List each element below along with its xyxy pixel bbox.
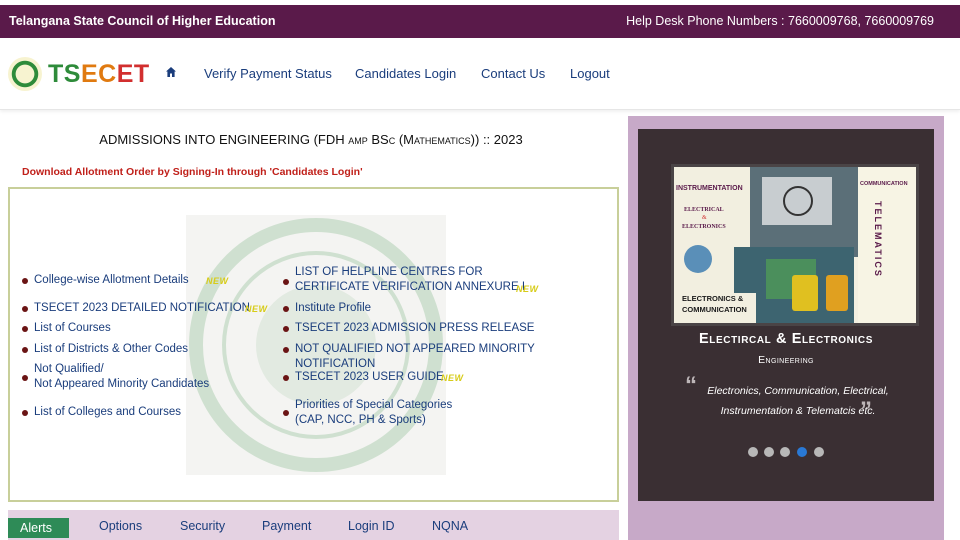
bullet-icon [283,375,289,381]
quick-links-box: College-wise Allotment Details NEW TSECE… [8,187,619,502]
svg-text:&: & [702,215,707,221]
link-institute-profile[interactable]: Institute Profile [295,301,371,316]
bullet-icon [283,306,289,312]
nav-verify-payment-status[interactable]: Verify Payment Status [204,66,332,81]
nav-candidates-login[interactable]: Candidates Login [355,66,456,81]
link-user-guide[interactable]: TSECET 2023 USER GUIDE [295,370,444,385]
link-special-categories[interactable]: Priorities of Special Categories (CAP, N… [295,398,452,428]
electronics-collage-image: INSTRUMENTATION ELECTRICAL & ELECTRONICS… [674,167,916,323]
page-title: ADMISSIONS INTO ENGINEERING (FDH amp BSc… [99,132,523,147]
info-tabs: Alerts Options Security Payment Login ID… [8,510,619,540]
svg-text:COMMUNICATION: COMMUNICATION [682,305,747,314]
new-badge-icon: NEW [245,304,268,314]
main-content: ADMISSIONS INTO ENGINEERING (FDH amp BSc… [0,116,628,540]
slide-subtitle: Engineering [758,354,814,366]
new-badge-icon: NEW [206,276,229,286]
bullet-icon [22,326,28,332]
bullet-icon [22,375,28,381]
nav-contact-us[interactable]: Contact Us [481,66,545,81]
link-helpline-centres[interactable]: LIST OF HELPLINE CENTRES FOR CERTIFICATE… [295,265,525,295]
home-icon[interactable] [165,66,177,78]
top-bar: Telangana State Council of Higher Educat… [0,5,960,38]
svg-text:INSTRUMENTATION: INSTRUMENTATION [676,185,743,192]
quote-close-icon: ” [860,397,872,424]
quote-open-icon: “ [685,372,697,399]
branch-slide-image: INSTRUMENTATION ELECTRICAL & ELECTRONICS… [671,164,919,326]
slider-dot-1[interactable] [748,447,758,457]
new-badge-icon: NEW [441,373,464,383]
bullet-icon [22,410,28,416]
svg-text:TELEMATICS: TELEMATICS [873,201,883,278]
bullet-icon [283,410,289,416]
slider-dot-3[interactable] [780,447,790,457]
slider-dot-2[interactable] [764,447,774,457]
helpdesk-numbers: Help Desk Phone Numbers : 7660009768, 76… [626,14,934,28]
tsche-seal-logo[interactable] [8,57,42,91]
svg-text:COMMUNICATION: COMMUNICATION [860,181,908,187]
svg-text:ELECTRICAL: ELECTRICAL [684,207,724,213]
slider-dot-5[interactable] [814,447,824,457]
link-minority-notification[interactable]: NOT QUALIFIED NOT APPEARED MINORITY NOTI… [295,342,617,372]
link-detailed-notification[interactable]: TSECET 2023 DETAILED NOTIFICATION [34,301,250,316]
tab-payment[interactable]: Payment [262,519,311,533]
link-admission-press-release[interactable]: TSECET 2023 ADMISSION PRESS RELEASE [295,321,534,336]
brand-logo[interactable]: TSECET [48,60,150,89]
download-allotment-notice: Download Allotment Order by Signing-In t… [22,166,363,178]
new-badge-icon: NEW [516,284,539,294]
bullet-icon [283,279,289,285]
slider-card: INSTRUMENTATION ELECTRICAL & ELECTRONICS… [638,129,934,501]
bullet-icon [283,326,289,332]
org-name: Telangana State Council of Higher Educat… [9,14,276,28]
bullet-icon [22,306,28,312]
slide-title: Electircal & Electronics [699,331,873,347]
branch-slider-panel: INSTRUMENTATION ELECTRICAL & ELECTRONICS… [628,116,944,540]
tab-options[interactable]: Options [99,519,142,533]
link-list-of-courses[interactable]: List of Courses [34,321,111,336]
link-not-qualified-minority[interactable]: Not Qualified/ Not Appeared Minority Can… [34,362,209,392]
tab-login-id[interactable]: Login ID [348,519,395,533]
nav-logout[interactable]: Logout [570,66,610,81]
bullet-icon [283,347,289,353]
link-college-wise-allotment[interactable]: College-wise Allotment Details [34,273,189,288]
link-colleges-and-courses[interactable]: List of Colleges and Courses [34,405,181,420]
svg-text:ELECTRONICS &: ELECTRONICS & [682,294,744,303]
tab-alerts[interactable]: Alerts [8,518,69,538]
main-navbar: TSECET Verify Payment Status Candidates … [0,38,960,110]
tab-nqna[interactable]: NQNA [432,519,468,533]
bullet-icon [22,278,28,284]
slider-dot-4-active[interactable] [797,447,807,457]
svg-text:ELECTRONICS: ELECTRONICS [682,224,726,230]
bullet-icon [22,347,28,353]
tab-security[interactable]: Security [180,519,225,533]
link-districts-codes[interactable]: List of Districts & Other Codes [34,342,188,357]
